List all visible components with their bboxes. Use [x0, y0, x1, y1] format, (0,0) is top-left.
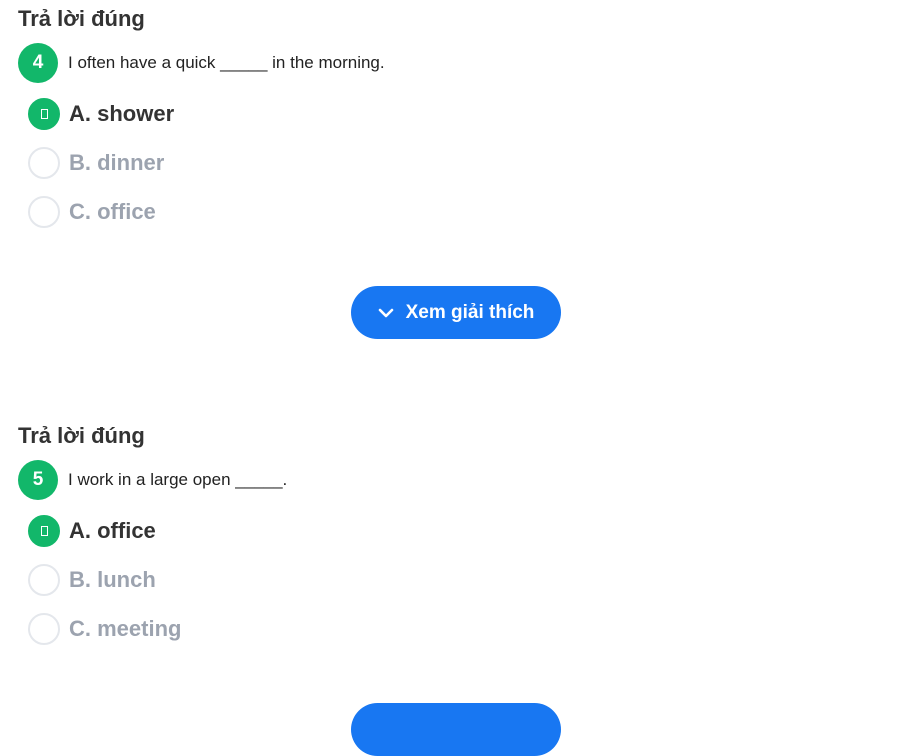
option-a[interactable]: A. shower [28, 97, 174, 131]
check-icon [40, 109, 48, 119]
option-radio[interactable] [28, 196, 60, 228]
option-b[interactable]: B. dinner [28, 146, 164, 180]
chevron-down-icon [378, 308, 394, 318]
explain-button[interactable] [351, 703, 561, 756]
question-text: I work in a large open _____. [68, 470, 288, 489]
option-radio-selected[interactable] [28, 98, 60, 130]
explain-button-label: Xem giải thích [405, 301, 535, 323]
question-text: I often have a quick _____ in the mornin… [68, 53, 385, 72]
option-radio-selected[interactable] [28, 515, 60, 547]
option-a[interactable]: A. office [28, 514, 156, 548]
option-label: A. office [69, 518, 156, 543]
option-label: B. lunch [69, 567, 156, 592]
option-label: C. meeting [69, 616, 182, 641]
option-radio[interactable] [28, 613, 60, 645]
answer-status: Trả lời đúng [18, 423, 145, 448]
question-number-badge: 5 [18, 460, 58, 500]
question-number-badge: 4 [18, 43, 58, 83]
option-label: C. office [69, 199, 156, 224]
option-c[interactable]: C. office [28, 195, 156, 229]
option-radio[interactable] [28, 147, 60, 179]
check-icon [40, 526, 48, 536]
explain-button[interactable]: Xem giải thích [351, 286, 561, 339]
option-b[interactable]: B. lunch [28, 563, 156, 597]
option-label: B. dinner [69, 150, 165, 175]
option-label: A. shower [69, 101, 175, 126]
option-c[interactable]: C. meeting [28, 612, 181, 646]
option-radio[interactable] [28, 564, 60, 596]
answer-status: Trả lời đúng [18, 6, 145, 31]
